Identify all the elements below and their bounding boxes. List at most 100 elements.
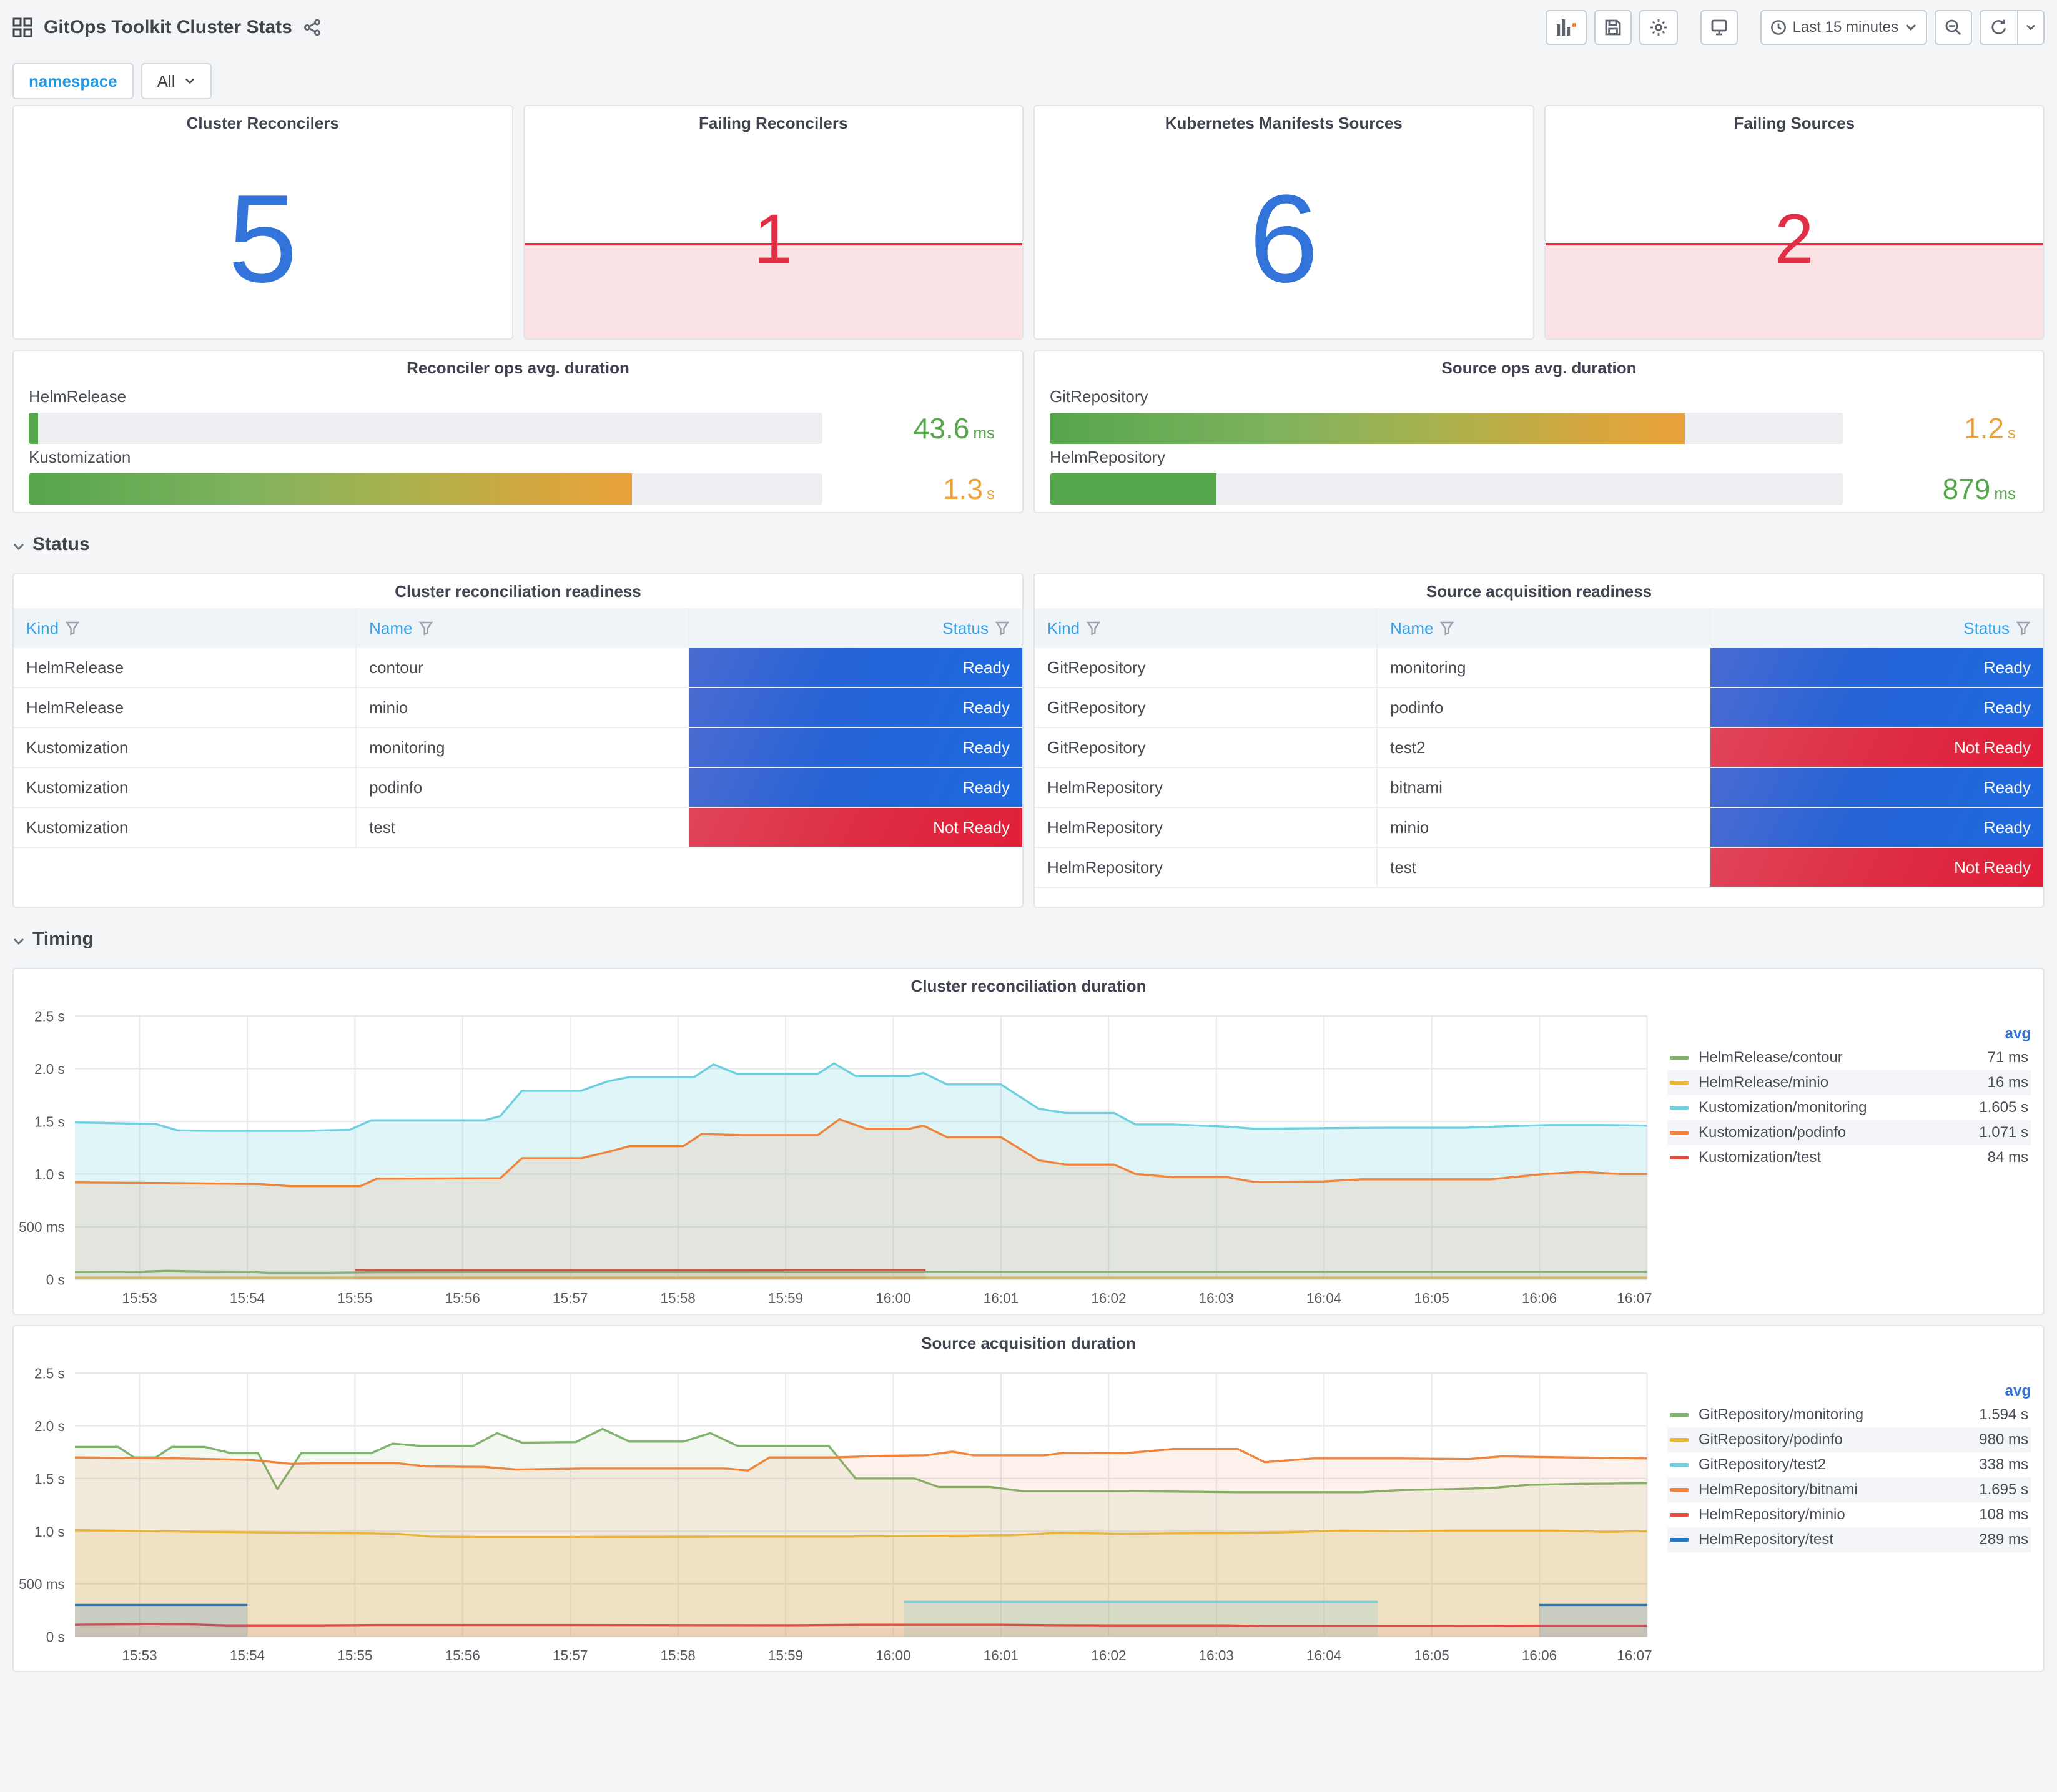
cycle-view-button[interactable] xyxy=(1700,10,1738,45)
svg-text:16:07: 16:07 xyxy=(1617,1290,1652,1306)
cell-kind: HelmRelease xyxy=(14,688,357,727)
legend-series-name: Kustomization/monitoring xyxy=(1699,1099,1867,1116)
refresh-interval-dropdown[interactable] xyxy=(2017,10,2045,45)
legend-item[interactable]: HelmRepository/minio 108 ms xyxy=(1667,1502,2031,1527)
table-row: GitRepository monitoring Ready xyxy=(1035,648,2043,688)
gauge-value-unit: ms xyxy=(973,423,995,442)
section-status-label: Status xyxy=(32,534,90,554)
add-panel-button[interactable] xyxy=(1545,10,1587,45)
legend-avg-header[interactable]: avg xyxy=(1953,1382,2031,1400)
gauge-value-unit: ms xyxy=(1994,484,2016,503)
namespace-variable-label[interactable]: namespace xyxy=(12,63,134,99)
legend-avg-header[interactable]: avg xyxy=(1953,1025,2031,1043)
gauge-label: HelmRepository xyxy=(1050,448,1165,466)
legend-item[interactable]: HelmRelease/contour 71 ms xyxy=(1667,1045,2031,1070)
legend-series-avg: 980 ms xyxy=(1979,1431,2028,1448)
table-row: HelmRepository bitnami Ready xyxy=(1035,768,2043,808)
cell-name: contour xyxy=(357,648,690,687)
table-column-header[interactable]: Name xyxy=(357,608,690,648)
legend-item[interactable]: Kustomization/test 84 ms xyxy=(1667,1145,2031,1170)
table-column-header[interactable]: Kind xyxy=(1035,608,1378,648)
stat-value: 1 xyxy=(754,200,793,278)
panel-title: Cluster Reconcilers xyxy=(186,113,339,132)
legend-series-dash xyxy=(1670,1413,1689,1417)
namespace-variable-dropdown[interactable]: All xyxy=(141,63,212,99)
chart-body: 0 s 500 ms 1.0 s 1.5 s 2.0 s 2.5 s 15:53 15:54 1… xyxy=(14,1003,2043,1314)
stat-value: 2 xyxy=(1775,200,1814,278)
section-status[interactable]: Status xyxy=(12,526,2045,563)
table-column-header[interactable]: Status xyxy=(1710,608,2043,648)
cell-kind: GitRepository xyxy=(1035,728,1378,767)
filter-funnel-icon[interactable] xyxy=(1086,621,1101,636)
svg-text:15:54: 15:54 xyxy=(230,1647,265,1663)
table-row: Kustomization test Not Ready xyxy=(14,808,1022,848)
legend-item[interactable]: GitRepository/test2 338 ms xyxy=(1667,1452,2031,1477)
refresh-button[interactable] xyxy=(1980,10,2017,45)
legend-series-dash xyxy=(1670,1081,1689,1085)
gauge-bar-fill xyxy=(29,413,39,444)
timeseries-panel: Cluster reconciliation duration 0 s 500 ms… xyxy=(12,968,2045,1315)
legend-series-name: HelmRepository/bitnami xyxy=(1699,1481,1858,1498)
legend-series-avg: 1.071 s xyxy=(1979,1124,2028,1141)
column-header-label: Kind xyxy=(1047,618,1080,638)
legend-item[interactable]: Kustomization/monitoring 1.605 s xyxy=(1667,1095,2031,1120)
filter-funnel-icon[interactable] xyxy=(1439,621,1454,636)
table-header-row: Kind Name Status xyxy=(1035,608,2043,648)
svg-text:15:53: 15:53 xyxy=(122,1290,157,1306)
chart-legend: avg HelmRelease/contour 71 ms HelmRelease/m… xyxy=(1662,1003,2043,1314)
zoom-out-button[interactable] xyxy=(1935,10,1972,45)
legend-item[interactable]: GitRepository/podinfo 980 ms xyxy=(1667,1427,2031,1452)
table-row: GitRepository test2 Not Ready xyxy=(1035,728,2043,768)
legend-series-dash xyxy=(1670,1106,1689,1110)
filter-funnel-icon[interactable] xyxy=(418,621,433,636)
panel-title: Source acquisition duration xyxy=(921,1333,1136,1352)
legend-item[interactable]: GitRepository/monitoring 1.594 s xyxy=(1667,1402,2031,1427)
legend-series-avg: 71 ms xyxy=(1987,1049,2028,1066)
stat-panel: Kubernetes Manifests Sources 6 xyxy=(1033,105,1534,340)
time-range-label: Last 15 minutes xyxy=(1792,19,1898,36)
cell-name: monitoring xyxy=(1378,648,1711,687)
status-badge: Not Ready xyxy=(1710,728,2043,767)
svg-text:16:06: 16:06 xyxy=(1522,1290,1557,1306)
timeseries-svg[interactable]: 0 s 500 ms 1.0 s 1.5 s 2.0 s 2.5 s 15:53 15:54 1… xyxy=(14,1360,1662,1671)
svg-text:15:54: 15:54 xyxy=(230,1290,265,1306)
svg-text:16:05: 16:05 xyxy=(1414,1290,1449,1306)
legend-series-avg: 338 ms xyxy=(1979,1456,2028,1473)
dashboard-settings-button[interactable] xyxy=(1639,10,1678,45)
timeseries-svg[interactable]: 0 s 500 ms 1.0 s 1.5 s 2.0 s 2.5 s 15:53 15:54 1… xyxy=(14,1003,1662,1314)
gauge-value-number: 1.3 xyxy=(943,473,983,505)
filter-funnel-icon[interactable] xyxy=(995,621,1010,636)
panel-title: Source ops avg. duration xyxy=(1441,358,1637,377)
time-range-picker[interactable]: Last 15 minutes xyxy=(1760,10,1927,45)
svg-text:16:06: 16:06 xyxy=(1522,1647,1557,1663)
gauge-label: HelmRelease xyxy=(29,387,127,406)
legend-series-name: GitRepository/test2 xyxy=(1699,1456,1827,1473)
toolbar: Last 15 minutes xyxy=(1545,10,2045,45)
svg-text:15:57: 15:57 xyxy=(553,1290,588,1306)
table-row: HelmRepository test Not Ready xyxy=(1035,848,2043,888)
legend-item[interactable]: Kustomization/podinfo 1.071 s xyxy=(1667,1120,2031,1145)
table-column-header[interactable]: Kind xyxy=(14,608,357,648)
svg-text:16:07: 16:07 xyxy=(1617,1647,1652,1663)
gauge-bar-fill xyxy=(1050,413,1685,444)
table-column-header[interactable]: Name xyxy=(1378,608,1711,648)
filter-funnel-icon[interactable] xyxy=(65,621,80,636)
share-icon[interactable] xyxy=(303,19,321,36)
gauge-value-unit: s xyxy=(2008,423,2016,442)
table-column-header[interactable]: Status xyxy=(689,608,1022,648)
panel-title: Failing Reconcilers xyxy=(699,113,848,132)
table-row: HelmRepository minio Ready xyxy=(1035,808,2043,848)
legend-item[interactable]: HelmRelease/minio 16 ms xyxy=(1667,1070,2031,1095)
legend-item[interactable]: HelmRepository/bitnami 1.695 s xyxy=(1667,1477,2031,1502)
chevron-down-icon xyxy=(12,533,25,556)
legend-item[interactable]: HelmRepository/test 289 ms xyxy=(1667,1527,2031,1552)
section-timing-label: Timing xyxy=(32,928,94,949)
legend-series-avg: 1.605 s xyxy=(1979,1099,2028,1116)
filter-funnel-icon[interactable] xyxy=(2016,621,2031,636)
svg-text:1.0 s: 1.0 s xyxy=(34,1523,65,1539)
section-timing[interactable]: Timing xyxy=(12,920,2045,958)
cell-kind: HelmRepository xyxy=(1035,848,1378,887)
save-dashboard-button[interactable] xyxy=(1594,10,1632,45)
gauge-row: HelmRepository 879 ms xyxy=(1050,448,2028,506)
gauge-label: Kustomization xyxy=(29,448,131,466)
